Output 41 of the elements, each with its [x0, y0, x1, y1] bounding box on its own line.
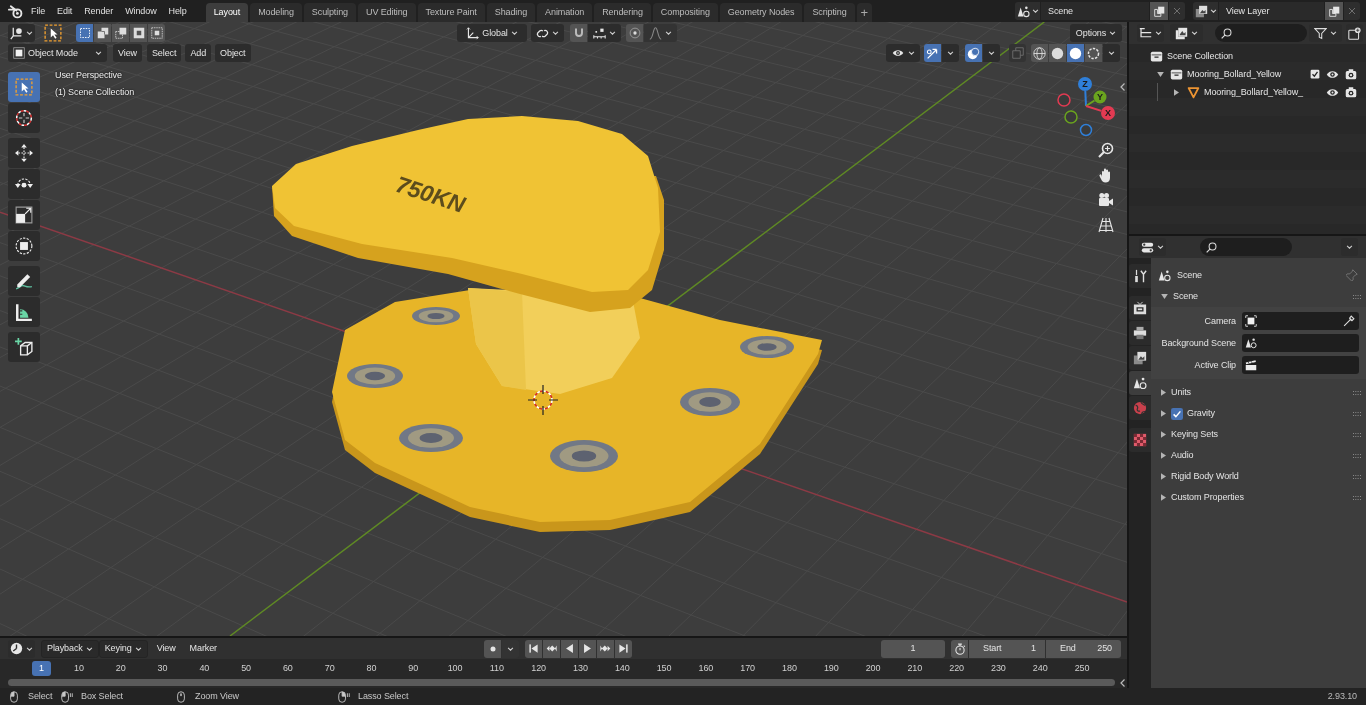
frame-number: 140 — [614, 663, 630, 673]
field-label: Active Clip — [1193, 360, 1236, 370]
hint-label: Lasso Select — [358, 692, 409, 701]
version-label: 2.93.10 — [1327, 692, 1358, 701]
field-value: 1 — [1031, 644, 1036, 653]
frame-number: 200 — [865, 663, 881, 673]
field-label: Camera — [1203, 316, 1236, 326]
frame-number: 60 — [282, 663, 293, 673]
frame-number: 210 — [907, 663, 923, 673]
hint-label: Select — [28, 692, 53, 701]
embossed-label: 750KN — [392, 171, 469, 218]
context-label: Scene — [1177, 270, 1203, 280]
hint-label: Box Select — [81, 692, 124, 701]
frame-number: 220 — [949, 663, 964, 673]
frame-number: 150 — [656, 663, 672, 673]
frame-number: 20 — [115, 663, 126, 673]
frame-number: 10 — [74, 663, 84, 673]
frame-number: 80 — [366, 663, 377, 673]
frame-number: 110 — [489, 663, 504, 673]
frame-number: 240 — [1032, 663, 1048, 673]
frame-number: 100 — [447, 663, 463, 673]
frame-number: 250 — [1074, 663, 1090, 673]
frame-number: 230 — [991, 663, 1006, 673]
viewport-info-text: User Perspective — [55, 71, 123, 80]
frame-number: 130 — [573, 663, 588, 673]
field-value: 250 — [1097, 644, 1112, 653]
frame-number: 30 — [157, 663, 168, 673]
frame-number: 120 — [531, 663, 546, 673]
field-label: End — [1060, 644, 1076, 653]
frame-number: 40 — [199, 663, 210, 673]
frame-number: 90 — [408, 663, 419, 673]
frame-number: 50 — [241, 663, 251, 673]
hint-label: Zoom View — [195, 692, 239, 701]
field-label: Background Scene — [1160, 338, 1236, 348]
frame-number: 160 — [698, 663, 714, 673]
viewport-info-text: (1) Scene Collection — [55, 88, 135, 97]
frame-number: 70 — [324, 663, 335, 673]
frame-number: 190 — [823, 663, 839, 673]
frame-number: 170 — [740, 663, 755, 673]
field-label: Start — [983, 644, 1002, 653]
frame-number: 180 — [782, 663, 797, 673]
